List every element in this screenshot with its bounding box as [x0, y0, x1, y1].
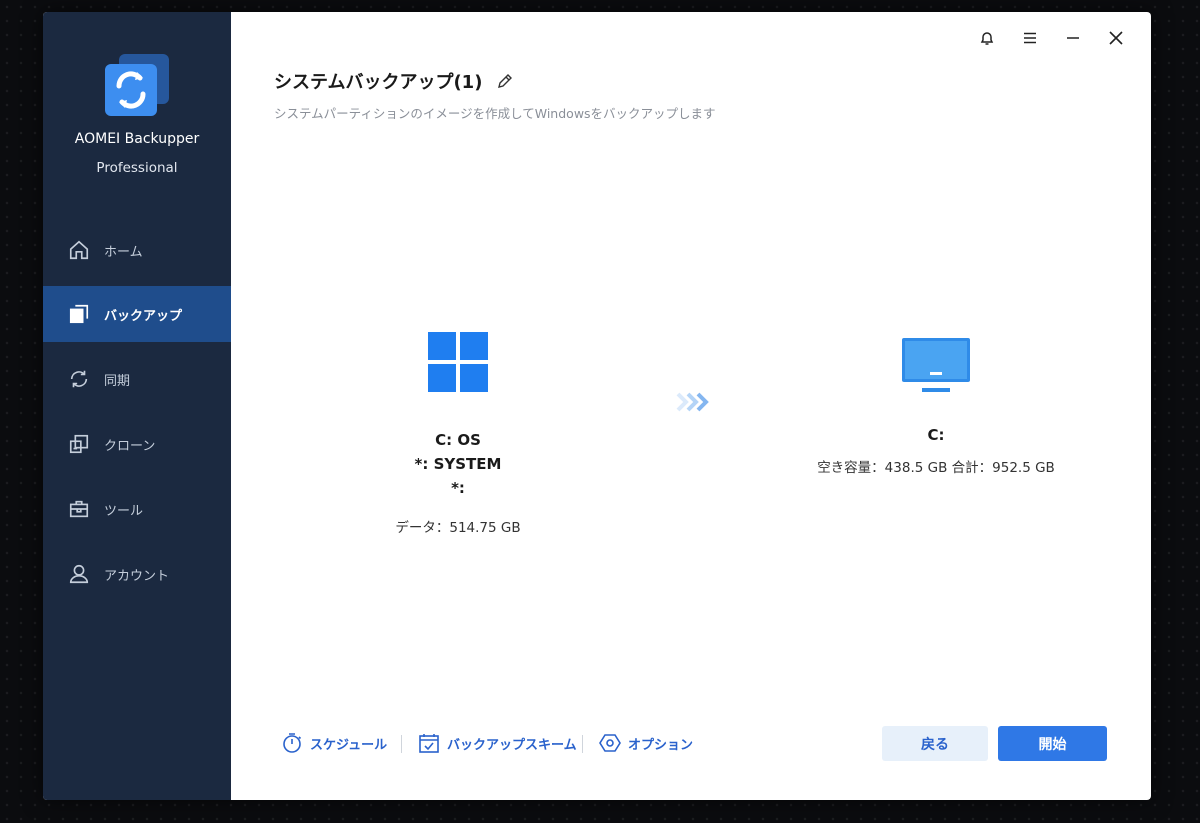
sidebar-item-label: ホーム [104, 244, 143, 260]
menu-icon [1023, 32, 1036, 44]
calendar-check-icon [419, 734, 439, 753]
sidebar-item-tools[interactable]: ツール [43, 481, 231, 537]
options-button[interactable]: オプション [599, 732, 693, 754]
brand-edition: Professional [96, 160, 178, 176]
close-button[interactable] [1094, 24, 1137, 52]
page-subtitle: システムパーティションのイメージを作成してWindowsをバックアップします [274, 106, 716, 121]
menu-button[interactable] [1008, 24, 1051, 52]
clone-icon [69, 434, 89, 454]
home-icon [69, 240, 89, 260]
sidebar-item-account[interactable]: アカウント [43, 546, 231, 602]
close-icon [1108, 31, 1123, 45]
brand-name: AOMEI Backupper [74, 131, 200, 147]
page-title: システムバックアップ(1) [274, 72, 483, 93]
footer-divider [401, 735, 402, 753]
sidebar-item-clone[interactable]: クローン [43, 416, 231, 472]
sidebar: AOMEI Backupper Professional ホーム バックアップ … [43, 12, 231, 800]
schedule-button[interactable]: スケジュール [281, 732, 387, 754]
back-button[interactable]: 戻る [882, 726, 988, 761]
destination-selector[interactable]: C: 空き容量：438.5 GB 合計：952.5 GB [801, 338, 1071, 476]
scheme-label: バックアップスキーム [447, 737, 577, 753]
footer-divider [582, 735, 583, 753]
destination-drive: C: [927, 426, 945, 444]
minimize-button[interactable] [1051, 24, 1094, 52]
monitor-icon [902, 338, 970, 392]
source-drive-system: *: SYSTEM [414, 455, 502, 473]
sync-icon [70, 370, 88, 388]
minimize-icon [1066, 37, 1079, 39]
source-data-size: データ：514.75 GB [395, 520, 521, 536]
bell-icon [980, 32, 993, 45]
destination-capacity: 空き容量：438.5 GB 合計：952.5 GB [817, 460, 1055, 476]
schedule-label: スケジュール [310, 737, 388, 753]
main-panel: システムバックアップ(1) システムパーティションのイメージを作成してWindo… [231, 12, 1151, 800]
aomei-logo-icon [105, 54, 169, 116]
sidebar-item-home[interactable]: ホーム [43, 222, 231, 278]
source-drive-os: C: OS [435, 431, 481, 449]
sidebar-item-label: アカウント [104, 568, 170, 584]
edit-icon[interactable] [496, 72, 514, 90]
sidebar-item-label: 同期 [104, 373, 131, 389]
windows-logo-icon [428, 332, 488, 392]
sidebar-item-label: ツール [104, 503, 144, 519]
sidebar-item-label: クローン [104, 438, 156, 454]
backup-scheme-button[interactable]: バックアップスキーム [418, 732, 577, 754]
backup-icon [69, 304, 89, 324]
toolbox-icon [69, 500, 89, 518]
source-drive-other: *: [451, 479, 465, 497]
gear-icon [599, 734, 621, 752]
start-button[interactable]: 開始 [998, 726, 1107, 761]
app-window: AOMEI Backupper Professional ホーム バックアップ … [43, 12, 1151, 800]
title-row: システムバックアップ(1) [274, 68, 514, 94]
sidebar-item-label: バックアップ [104, 308, 183, 324]
chevrons-right-icon [676, 392, 709, 412]
options-label: オプション [628, 737, 694, 753]
user-icon [69, 564, 89, 584]
source-selector[interactable]: C: OS *: SYSTEM *: データ：514.75 GB [378, 332, 538, 536]
window-controls [965, 24, 1137, 52]
timer-icon [283, 733, 302, 753]
notification-button[interactable] [965, 24, 1008, 52]
sidebar-item-backup[interactable]: バックアップ [43, 286, 231, 342]
sidebar-item-sync[interactable]: 同期 [43, 351, 231, 407]
